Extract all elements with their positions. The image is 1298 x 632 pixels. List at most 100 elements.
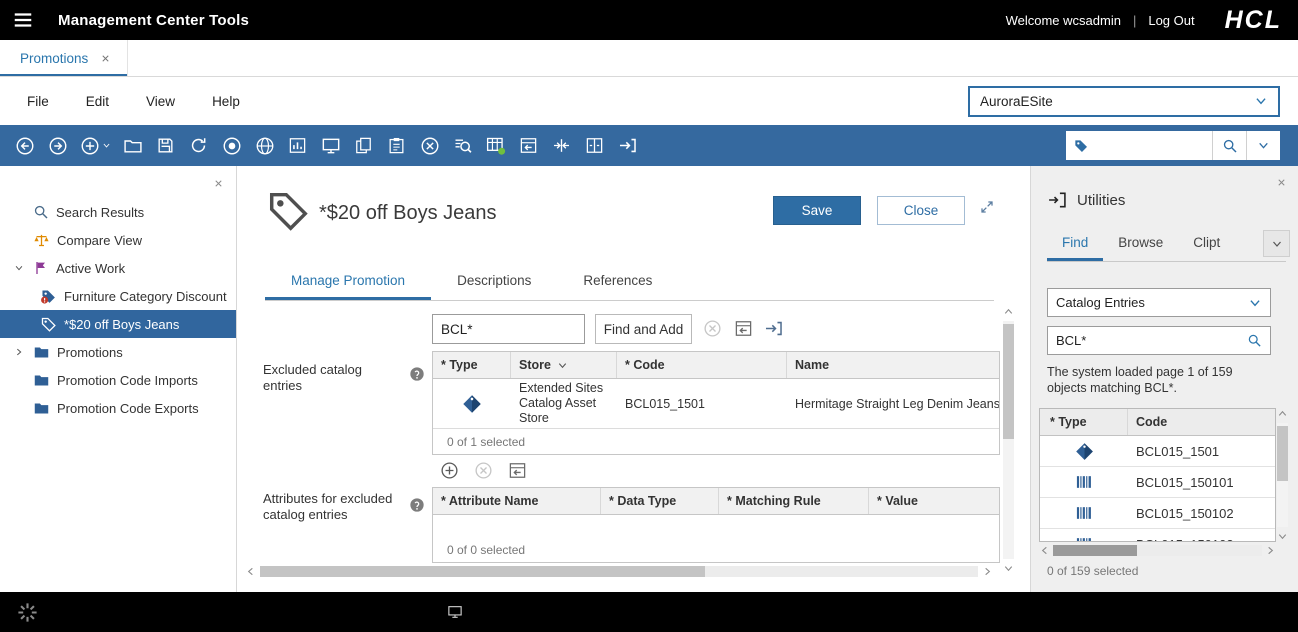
tab-clipboard[interactable]: Clipt: [1178, 228, 1235, 261]
sidebar-item-jeans-promotion[interactable]: *$20 off Boys Jeans: [0, 310, 236, 338]
menu-help[interactable]: Help: [212, 94, 240, 109]
filter-chevron-icon[interactable]: [557, 360, 568, 371]
record-icon[interactable]: [215, 125, 248, 166]
toolbar-search-input[interactable]: [1095, 138, 1205, 153]
tab-close-icon[interactable]: [100, 53, 111, 64]
column-attribute-name[interactable]: * Attribute Name: [433, 488, 601, 514]
merge-icon[interactable]: [545, 125, 578, 166]
scroll-left-icon[interactable]: [245, 566, 256, 577]
scroll-thumb[interactable]: [1277, 426, 1288, 481]
open-in-panel-icon[interactable]: [764, 319, 783, 338]
attribute-columns-icon[interactable]: [508, 461, 527, 480]
exit-panel-icon[interactable]: [611, 125, 644, 166]
toolbar-search-options-button[interactable]: [1246, 131, 1280, 160]
scroll-left-icon[interactable]: [1039, 545, 1050, 556]
toolbar-search-box[interactable]: [1066, 131, 1212, 160]
table-row[interactable]: BCL015_150103: [1040, 529, 1275, 542]
table-row[interactable]: BCL015_150102: [1040, 498, 1275, 529]
maximize-icon[interactable]: [979, 199, 995, 215]
h-scrollbar[interactable]: [245, 565, 993, 578]
explorer-close-icon[interactable]: [213, 178, 224, 189]
column-data-type[interactable]: * Data Type: [601, 488, 719, 514]
column-value[interactable]: * Value: [869, 488, 999, 514]
column-matching-rule[interactable]: * Matching Rule: [719, 488, 869, 514]
scroll-down-icon[interactable]: [1277, 531, 1288, 542]
grid-columns-icon[interactable]: [734, 319, 753, 338]
column-type[interactable]: * Type: [433, 352, 511, 378]
column-code[interactable]: * Code: [617, 352, 787, 378]
scroll-track[interactable]: [1053, 545, 1262, 556]
h-scrollbar[interactable]: [1039, 544, 1276, 557]
column-name[interactable]: Name: [787, 352, 999, 378]
scroll-track[interactable]: [260, 566, 978, 577]
table-row[interactable]: Extended Sites Catalog Asset Store BCL01…: [433, 379, 999, 429]
store-selector[interactable]: AuroraESite: [968, 86, 1280, 117]
menu-file[interactable]: File: [27, 94, 49, 109]
object-type-selector[interactable]: Catalog Entries: [1047, 288, 1271, 317]
menu-edit[interactable]: Edit: [86, 94, 109, 109]
tab-manage-promotion[interactable]: Manage Promotion: [265, 264, 431, 300]
tab-descriptions[interactable]: Descriptions: [431, 264, 557, 300]
delete-icon[interactable]: [413, 125, 446, 166]
utilities-search-input[interactable]: [1056, 333, 1247, 348]
find-and-add-button[interactable]: Find and Add: [595, 314, 692, 344]
sidebar-item-promo-code-imports[interactable]: Promotion Code Imports: [0, 366, 236, 394]
back-icon[interactable]: [8, 125, 41, 166]
save-button[interactable]: Save: [773, 196, 861, 225]
globe-icon[interactable]: [248, 125, 281, 166]
search-icon[interactable]: [1247, 333, 1262, 348]
utilities-search-box[interactable]: [1047, 326, 1271, 355]
column-code[interactable]: Code: [1128, 409, 1275, 435]
close-button[interactable]: Close: [877, 196, 965, 225]
save-icon[interactable]: [149, 125, 182, 166]
table-row[interactable]: BCL015_1501: [1040, 436, 1275, 467]
grid-status-icon[interactable]: [479, 125, 512, 166]
sidebar-item-furniture-discount[interactable]: Furniture Category Discount: [0, 282, 236, 310]
hamburger-menu-icon[interactable]: [0, 0, 46, 40]
toolbar-search-button[interactable]: [1212, 131, 1246, 160]
report-icon[interactable]: [281, 125, 314, 166]
copy-icon[interactable]: [347, 125, 380, 166]
open-folder-icon[interactable]: [116, 125, 149, 166]
find-icon[interactable]: [446, 125, 479, 166]
scroll-down-icon[interactable]: [1003, 563, 1014, 574]
table-row[interactable]: BCL015_150101: [1040, 467, 1275, 498]
scroll-thumb[interactable]: [1003, 324, 1014, 439]
catalog-find-input[interactable]: [432, 314, 585, 344]
sidebar-item-promo-code-exports[interactable]: Promotion Code Exports: [0, 394, 236, 422]
tab-find[interactable]: Find: [1047, 228, 1103, 261]
tab-references[interactable]: References: [557, 264, 678, 300]
add-attribute-icon[interactable]: [440, 461, 459, 480]
paste-icon[interactable]: [380, 125, 413, 166]
chevron-down-icon[interactable]: [12, 263, 26, 273]
split-view-icon[interactable]: [578, 125, 611, 166]
scroll-thumb[interactable]: [1053, 545, 1137, 556]
sidebar-item-active-work[interactable]: Active Work: [0, 254, 236, 282]
preview-icon[interactable]: [314, 125, 347, 166]
menu-view[interactable]: View: [146, 94, 175, 109]
scroll-thumb[interactable]: [260, 566, 705, 577]
new-icon[interactable]: [74, 125, 116, 166]
refresh-icon[interactable]: [182, 125, 215, 166]
sidebar-item-compare-view[interactable]: Compare View: [0, 226, 236, 254]
scroll-up-icon[interactable]: [1003, 306, 1014, 317]
import-grid-icon[interactable]: [512, 125, 545, 166]
v-scrollbar[interactable]: [1002, 306, 1015, 574]
chevron-right-icon[interactable]: [12, 347, 26, 357]
scroll-right-icon[interactable]: [982, 566, 993, 577]
console-icon[interactable]: [447, 604, 463, 620]
v-scrollbar[interactable]: [1276, 408, 1289, 542]
remove-entry-icon[interactable]: [703, 319, 722, 338]
scroll-right-icon[interactable]: [1265, 545, 1276, 556]
help-icon[interactable]: [409, 366, 425, 382]
logout-link[interactable]: Log Out: [1148, 13, 1194, 28]
utilities-close-icon[interactable]: [1276, 177, 1287, 188]
tab-promotions[interactable]: Promotions: [0, 40, 128, 76]
scroll-up-icon[interactable]: [1277, 408, 1288, 419]
help-icon[interactable]: [409, 497, 425, 513]
remove-attribute-icon[interactable]: [474, 461, 493, 480]
column-type[interactable]: * Type: [1040, 409, 1128, 435]
sidebar-item-search-results[interactable]: Search Results: [0, 198, 236, 226]
sidebar-item-promotions-folder[interactable]: Promotions: [0, 338, 236, 366]
tab-browse[interactable]: Browse: [1103, 228, 1178, 261]
